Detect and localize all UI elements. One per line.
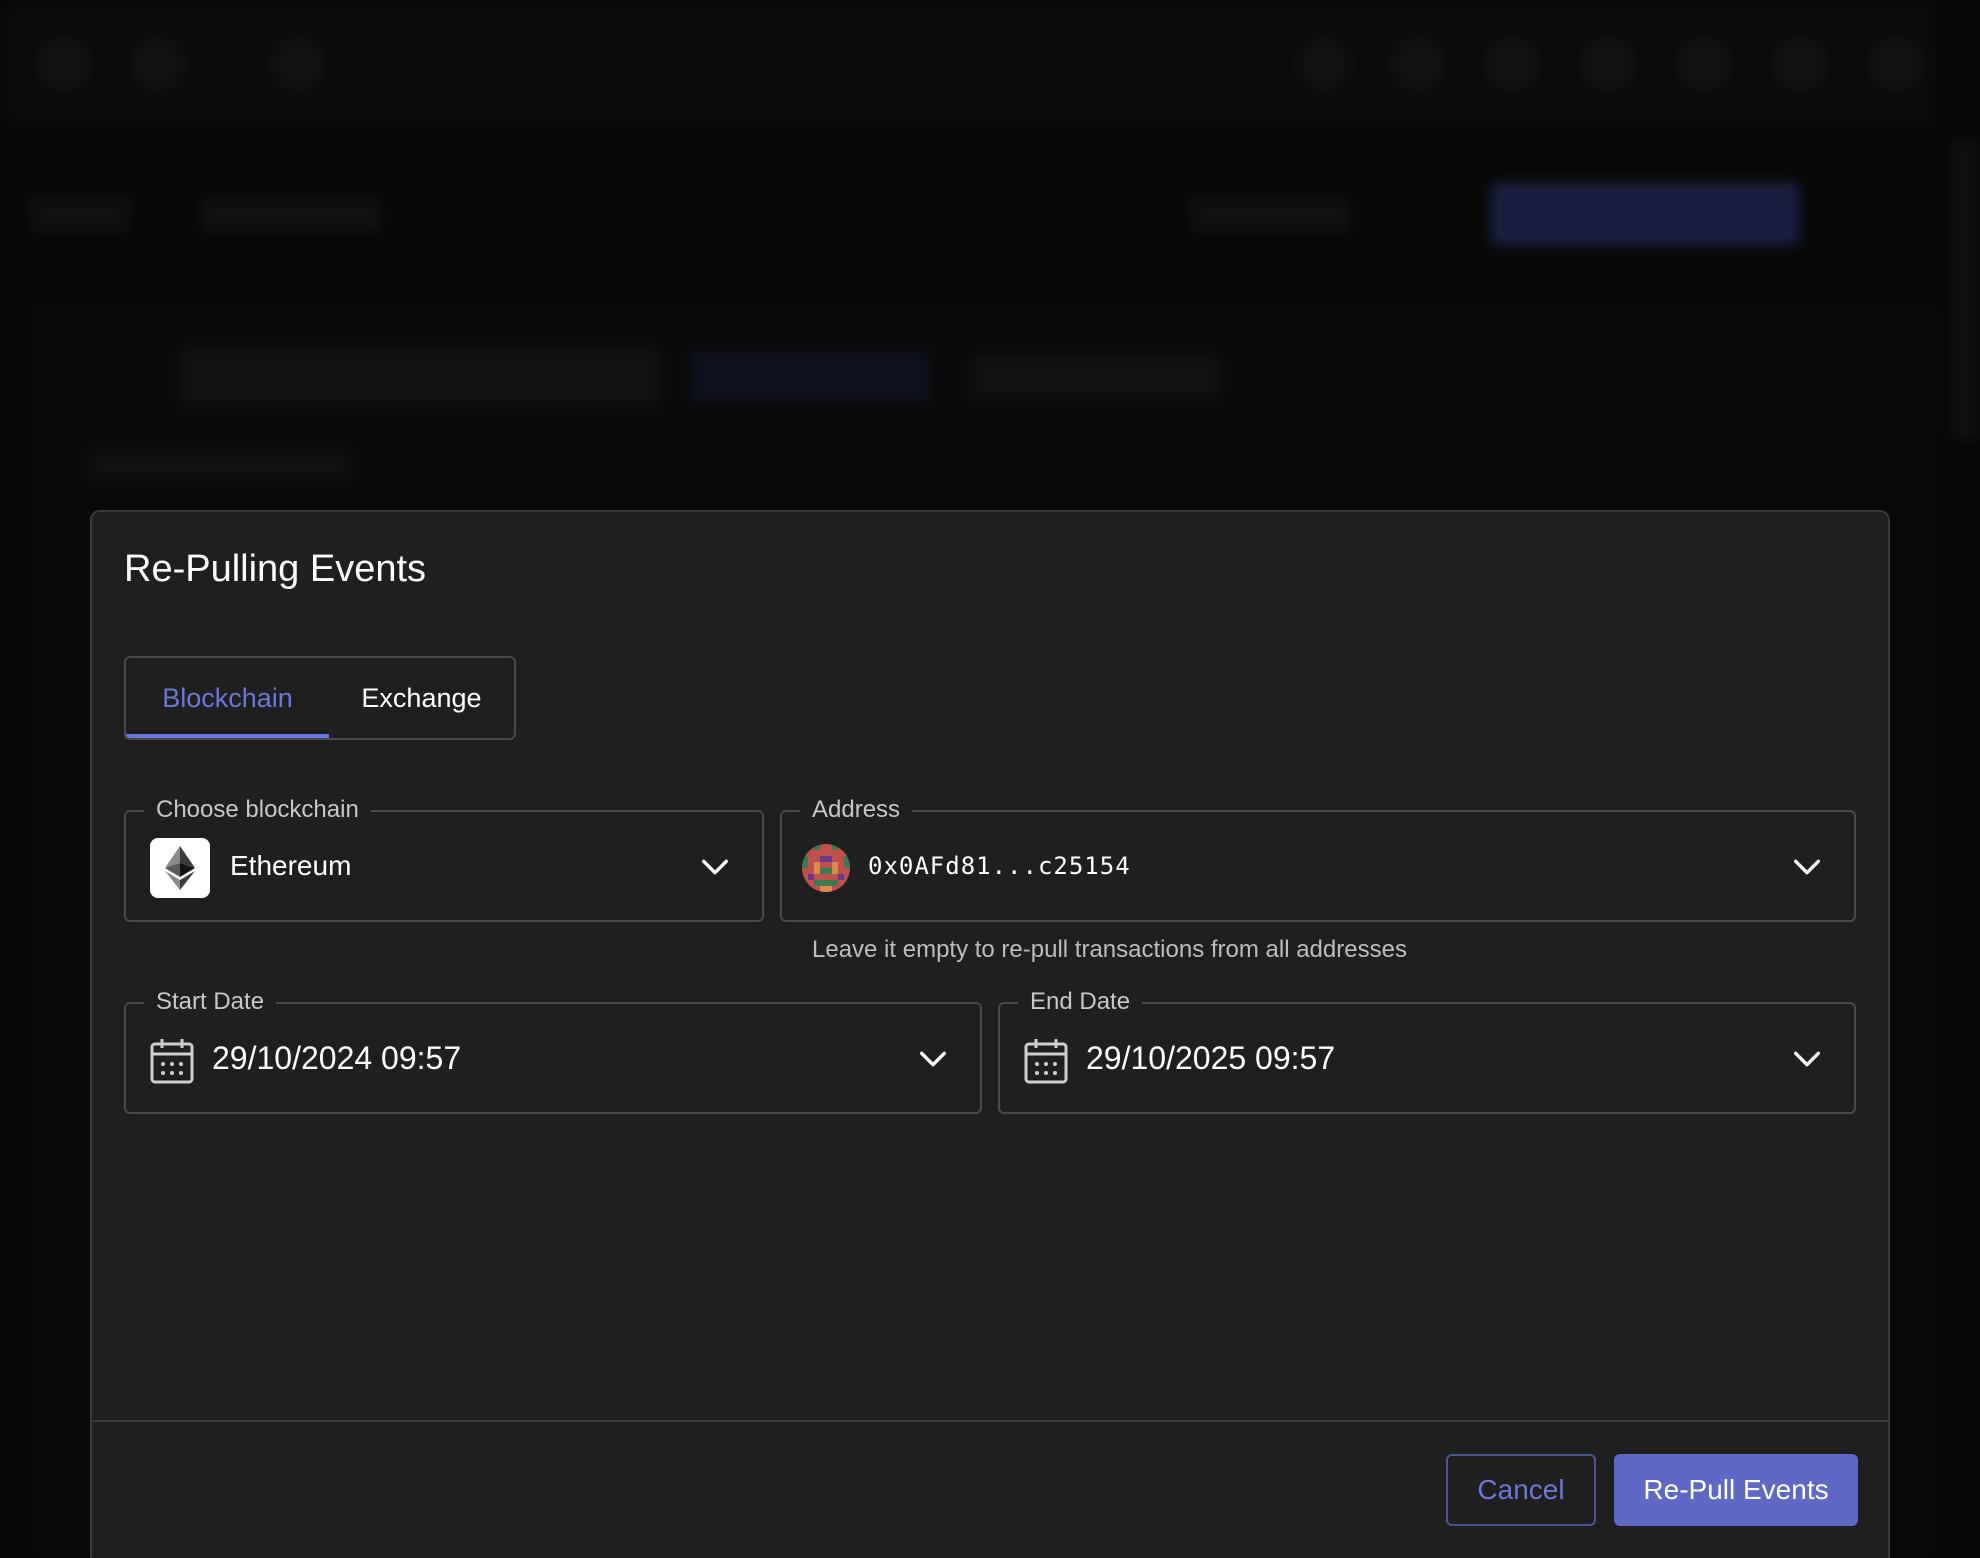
blockchain-select-value: Ethereum	[230, 850, 352, 881]
dialog-title: Re-Pulling Events	[124, 548, 427, 590]
address-select-label: Address	[800, 796, 913, 824]
dialog-footer-divider	[92, 1420, 1888, 1422]
calendar-icon	[150, 1039, 194, 1084]
tab-blockchain[interactable]: Blockchain	[126, 658, 329, 738]
repull-events-dialog: Re-Pulling Events Blockchain Exchange Ch…	[90, 510, 1890, 1558]
cancel-button[interactable]: Cancel	[1446, 1454, 1596, 1526]
end-date-picker[interactable]: End Date 29/10/2025 09:57	[998, 988, 1856, 1114]
ethereum-icon	[150, 838, 210, 898]
chevron-down-icon	[1793, 859, 1821, 875]
end-date-label: End Date	[1018, 988, 1143, 1016]
start-date-label: Start Date	[144, 988, 277, 1016]
address-select-value: 0x0AFd81...c25154	[868, 852, 1131, 880]
chevron-down-icon	[701, 859, 729, 875]
calendar-icon	[1024, 1039, 1068, 1084]
tab-exchange[interactable]: Exchange	[329, 658, 514, 738]
blockchain-select-label: Choose blockchain	[144, 796, 371, 824]
blockchain-select[interactable]: Choose blockchain Ethereum	[124, 796, 764, 922]
repull-events-button[interactable]: Re-Pull Events	[1614, 1454, 1858, 1526]
address-select[interactable]: Address 0x0AFd81...c25154	[780, 796, 1856, 922]
end-date-value: 29/10/2025 09:57	[1086, 1040, 1336, 1076]
source-tabs: Blockchain Exchange	[124, 656, 516, 740]
start-date-picker[interactable]: Start Date 29/10/2024 09:57	[124, 988, 982, 1114]
start-date-value: 29/10/2024 09:57	[212, 1040, 462, 1076]
address-avatar	[802, 844, 850, 892]
chevron-down-icon[interactable]	[1790, 1042, 1824, 1076]
address-helper-text: Leave it empty to re-pull transactions f…	[812, 936, 1407, 963]
chevron-down-icon[interactable]	[916, 1042, 950, 1076]
